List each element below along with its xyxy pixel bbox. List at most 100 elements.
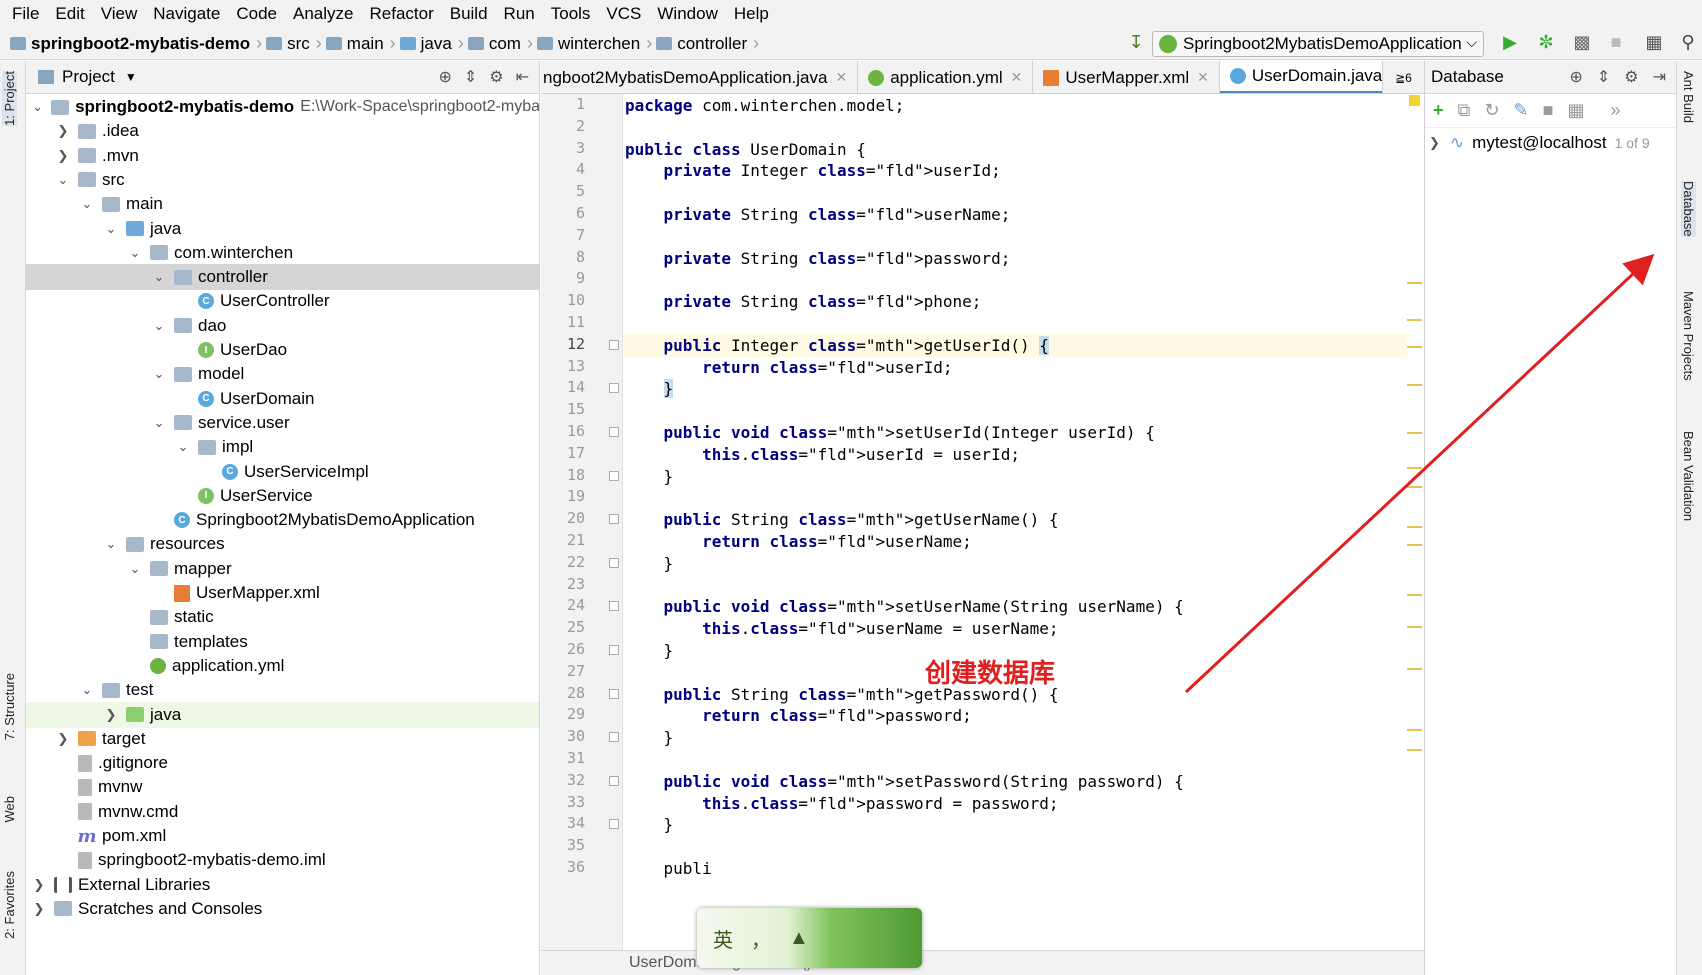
ime-punctuation[interactable]: ， <box>751 924 771 953</box>
chevron-down-icon[interactable]: ⌄ <box>152 269 166 285</box>
tree-item[interactable]: application.yml <box>26 653 539 679</box>
warning-marker[interactable] <box>1407 282 1422 284</box>
tree-item[interactable]: ⌄ test <box>26 677 539 703</box>
tree-item[interactable]: ⌄ src <box>26 167 539 193</box>
tree-item[interactable]: ⌄ impl <box>26 434 539 460</box>
tree-item[interactable]: ⌄ controller <box>26 264 539 291</box>
tree-item[interactable]: C UserDomain <box>26 386 539 412</box>
warning-marker[interactable] <box>1407 384 1422 386</box>
tree-item[interactable]: ❯ .mvn <box>26 143 539 169</box>
chevron-down-icon[interactable]: ⌄ <box>80 682 94 698</box>
debug-icon[interactable]: ✼ <box>1535 31 1557 53</box>
breadcrumb-item[interactable]: java › <box>399 33 464 54</box>
menu-item-view[interactable]: View <box>93 0 146 28</box>
fold-marker-icon[interactable] <box>609 383 619 394</box>
tree-item[interactable]: mvnw.cmd <box>26 799 539 825</box>
tree-item[interactable]: mvnw <box>26 774 539 800</box>
tree-item[interactable]: springboot2-mybatis-demo.iml <box>26 847 539 873</box>
warning-marker[interactable] <box>1407 467 1422 469</box>
close-icon[interactable]: ✕ <box>835 69 847 86</box>
close-icon[interactable]: ✕ <box>1197 69 1209 86</box>
warning-marker[interactable] <box>1407 626 1422 628</box>
bean-validation-tool-tab[interactable]: Bean Validation <box>1681 431 1696 521</box>
tree-item[interactable]: ❯ target <box>26 726 539 752</box>
chevron-down-icon[interactable]: ⌄ <box>152 415 166 431</box>
table-icon[interactable]: ▦ <box>1567 100 1584 121</box>
chevron-down-icon[interactable]: ▼ <box>125 70 137 84</box>
maven-projects-tool-tab[interactable]: Maven Projects <box>1681 291 1696 381</box>
chevron-down-icon[interactable]: ⌄ <box>32 99 43 115</box>
tree-item[interactable]: ⌄ resources <box>26 531 539 557</box>
tree-item[interactable]: m pom.xml <box>26 823 539 849</box>
fold-marker-icon[interactable] <box>609 427 619 437</box>
warning-marker[interactable] <box>1407 668 1422 670</box>
warning-marker[interactable] <box>1407 486 1422 488</box>
menu-item-run[interactable]: Run <box>496 0 543 28</box>
close-icon[interactable]: ✕ <box>1011 69 1023 86</box>
warning-marker[interactable] <box>1407 432 1422 434</box>
tree-item[interactable]: ⌄ java <box>26 216 539 242</box>
chevron-down-icon[interactable]: ⌄ <box>128 245 142 261</box>
menu-item-edit[interactable]: Edit <box>47 0 92 28</box>
tree-item[interactable]: ❯ .idea <box>26 118 539 144</box>
gear-icon[interactable]: ⚙ <box>489 67 503 87</box>
chevron-right-icon[interactable]: ❯ <box>32 877 46 893</box>
tree-item[interactable]: templates <box>26 629 539 655</box>
warning-marker[interactable] <box>1407 526 1422 528</box>
gear-icon[interactable]: ⚙ <box>1624 67 1638 87</box>
breadcrumb-item[interactable]: src › <box>266 33 322 54</box>
tree-item[interactable]: ⌄ main <box>26 191 539 217</box>
menu-item-navigate[interactable]: Navigate <box>145 0 228 28</box>
tab-springboot-application[interactable]: ngboot2MybatisDemoApplication.java ✕ <box>541 61 859 93</box>
stop-icon[interactable]: ■ <box>1543 100 1554 121</box>
chevron-down-icon[interactable]: ⌄ <box>80 196 94 212</box>
tree-item[interactable]: ⌄ mapper <box>26 556 539 582</box>
tabs-overflow-button[interactable]: ≧6 <box>1382 61 1424 93</box>
warning-marker[interactable] <box>1407 594 1422 596</box>
run-configuration-select[interactable]: Springboot2MybatisDemoApplication ⌵ <box>1152 31 1484 57</box>
refresh-icon[interactable]: ↻ <box>1484 100 1499 121</box>
tree-item[interactable]: I UserDao <box>26 337 539 363</box>
code-editor[interactable]: package com.winterchen.model; public clas… <box>624 94 1414 950</box>
duplicate-icon[interactable]: ⧉ <box>1458 100 1471 121</box>
warning-marker[interactable] <box>1407 319 1422 321</box>
fold-marker-icon[interactable] <box>609 688 619 699</box>
tree-item[interactable]: C UserServiceImpl <box>26 459 539 485</box>
error-stripe[interactable] <box>1407 94 1424 950</box>
fold-marker-icon[interactable] <box>609 645 619 655</box>
chevron-down-icon[interactable]: ⌄ <box>56 172 70 188</box>
tree-item[interactable]: ❯ External Libraries <box>26 872 539 898</box>
tree-item[interactable]: ❯ Scratches and Consoles <box>26 896 539 922</box>
menu-item-refactor[interactable]: Refactor <box>361 0 441 28</box>
chevron-down-icon[interactable]: ⌄ <box>128 561 142 577</box>
stop-icon[interactable]: ■ <box>1605 31 1627 53</box>
chevron-down-icon[interactable]: ⌄ <box>176 439 190 455</box>
project-tool-tab[interactable]: 1: Project <box>2 71 17 126</box>
tree-root[interactable]: ⌄ springboot2-mybatis-demo E:\Work-Space… <box>26 94 539 120</box>
tree-item[interactable]: ❯ java <box>26 701 539 728</box>
plus-icon[interactable]: + <box>1433 100 1444 121</box>
breadcrumb-item[interactable]: springboot2-mybatis-demo › <box>10 33 262 54</box>
menu-item-help[interactable]: Help <box>726 0 777 28</box>
fold-marker-icon[interactable] <box>609 514 619 525</box>
chevron-right-icon[interactable]: ❯ <box>56 148 70 164</box>
menu-item-file[interactable]: File <box>4 0 47 28</box>
tree-item[interactable]: C UserController <box>26 288 539 314</box>
chevron-right-icon[interactable]: ❯ <box>1429 135 1440 151</box>
add-icon[interactable]: ⊕ <box>1569 67 1582 87</box>
ime-toolbar[interactable]: 英 ， ▲ <box>697 908 922 968</box>
menu-item-tools[interactable]: Tools <box>543 0 599 28</box>
breadcrumb-item[interactable]: winterchen › <box>536 33 652 54</box>
warning-marker[interactable] <box>1407 749 1422 751</box>
chevron-right-icon[interactable]: ❯ <box>56 123 70 139</box>
menu-item-build[interactable]: Build <box>442 0 496 28</box>
structure-tool-tab[interactable]: 7: Structure <box>2 673 17 740</box>
chevron-down-icon[interactable]: ⌄ <box>104 221 118 237</box>
tree-item[interactable]: ⌄ dao <box>26 313 539 339</box>
chevron-right-icon[interactable]: ❯ <box>32 901 46 917</box>
fold-marker-icon[interactable] <box>609 470 619 481</box>
tab-usermapper-xml[interactable]: UserMapper.xml ✕ <box>1033 61 1220 93</box>
web-tool-tab[interactable]: Web <box>2 796 17 823</box>
chevron-right-icon[interactable]: ❯ <box>104 707 118 723</box>
tree-item[interactable]: ⌄ service.user <box>26 410 539 436</box>
